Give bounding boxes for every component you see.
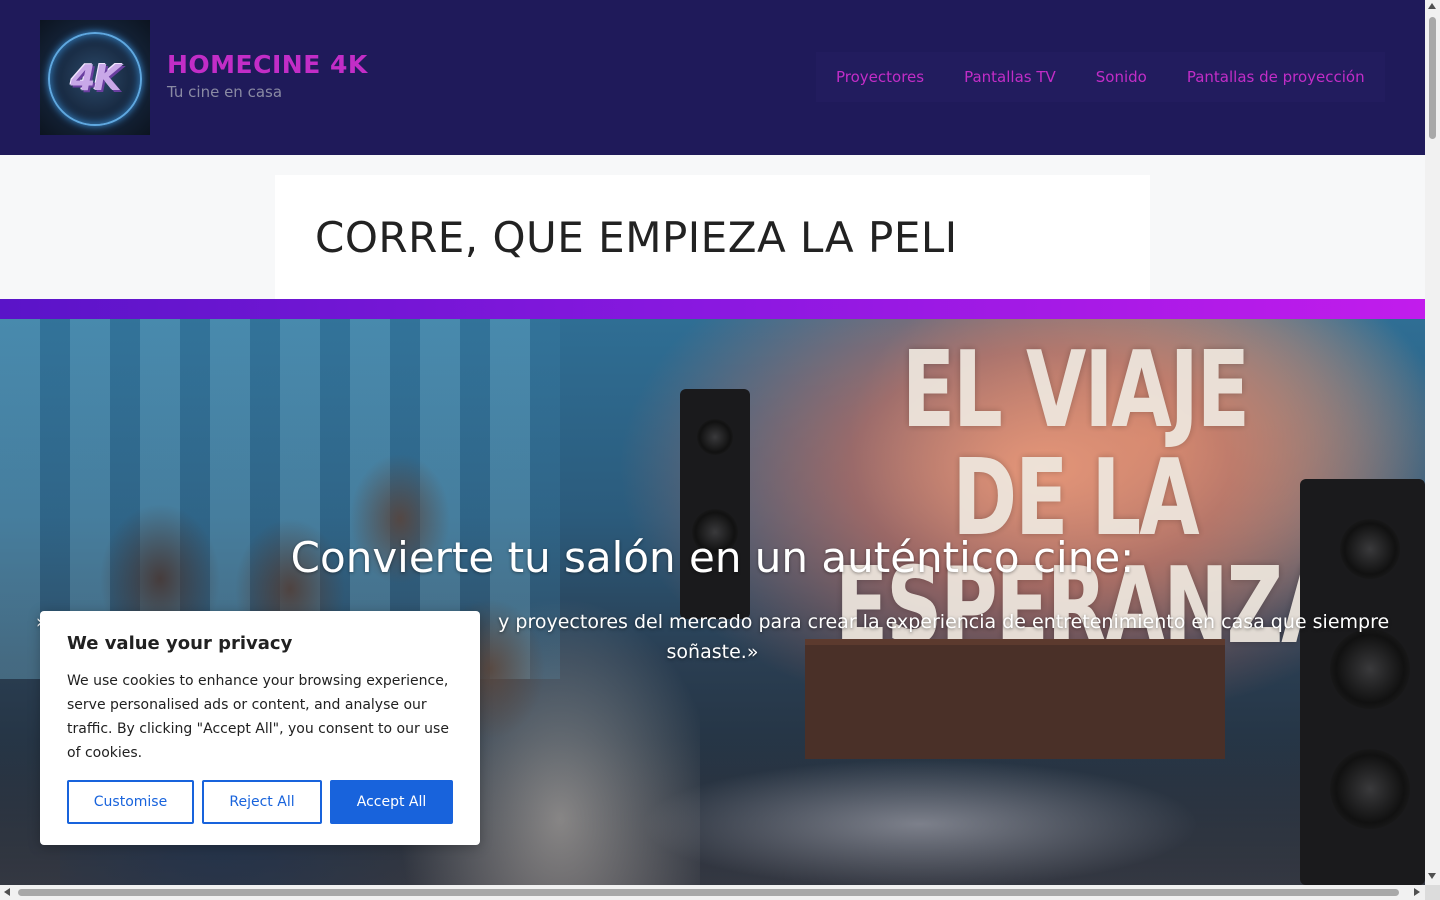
cookie-description: We use cookies to enhance your browsing … <box>67 673 449 761</box>
page-title-box: CORRE, QUE EMPIEZA LA PELI <box>275 175 1150 299</box>
vertical-scroll-thumb[interactable] <box>1429 17 1436 139</box>
cookie-consent-banner: We value your privacy We use cookies to … <box>40 611 480 845</box>
gradient-divider <box>0 299 1425 319</box>
nav-item-proyectores[interactable]: Proyectores <box>816 52 944 102</box>
hero-rug <box>640 759 1200 885</box>
site-header: 4K HOMECINE 4K Tu cine en casa Proyector… <box>0 0 1425 155</box>
site-logo[interactable]: 4K <box>40 20 150 135</box>
speaker-cone <box>1330 749 1410 829</box>
site-tagline: Tu cine en casa <box>167 83 283 101</box>
horizontal-scroll-thumb[interactable] <box>18 889 1399 896</box>
speaker-cone <box>697 419 733 455</box>
customise-button[interactable]: Customise <box>67 780 194 824</box>
hero-heading: Convierte tu salón en un auténtico cine: <box>290 533 1135 582</box>
site-title[interactable]: HOMECINE 4K <box>167 50 368 79</box>
logo-text: 4K <box>70 58 122 99</box>
cookie-title: We value your privacy <box>67 633 293 654</box>
scroll-left-arrow-icon[interactable] <box>4 888 10 896</box>
nav-item-sonido[interactable]: Sonido <box>1076 52 1167 102</box>
nav-item-pantallas-tv[interactable]: Pantallas TV <box>944 52 1076 102</box>
scroll-right-arrow-icon[interactable] <box>1414 888 1420 896</box>
scroll-up-arrow-icon[interactable] <box>1428 3 1436 9</box>
page-title: CORRE, QUE EMPIEZA LA PELI <box>315 213 958 262</box>
reject-all-button[interactable]: Reject All <box>202 780 322 824</box>
vertical-scrollbar[interactable] <box>1425 0 1440 885</box>
accept-all-button[interactable]: Accept All <box>330 780 453 824</box>
hero-subtext-end: y proyectores del mercado para crear la … <box>498 611 1390 663</box>
horizontal-scrollbar[interactable] <box>0 885 1425 900</box>
scrollbar-corner <box>1425 885 1440 900</box>
main-nav: Proyectores Pantallas TV Sonido Pantalla… <box>816 52 1385 102</box>
scroll-down-arrow-icon[interactable] <box>1428 873 1436 879</box>
nav-item-pantallas-proyeccion[interactable]: Pantallas de proyección <box>1167 52 1385 102</box>
